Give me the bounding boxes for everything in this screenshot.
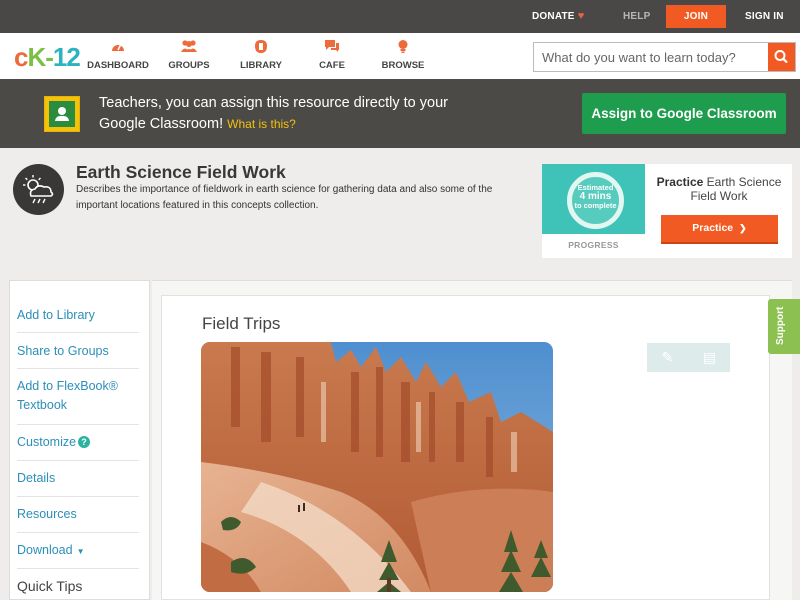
- sidebar-share-to-groups[interactable]: Share to Groups: [17, 333, 139, 369]
- join-button[interactable]: JOIN: [666, 5, 726, 28]
- chevron-right-icon: ❯: [739, 223, 747, 233]
- cafe-icon: [314, 39, 350, 56]
- section-title: Field Trips: [202, 314, 281, 333]
- sidebar-resources[interactable]: Resources: [17, 497, 139, 533]
- nav-groups-label: GROUPS: [168, 60, 210, 71]
- google-classroom-icon: [44, 96, 80, 132]
- nav-browse[interactable]: BROWSE: [380, 39, 426, 71]
- sidebar-add-to-flexbook[interactable]: Add to FlexBook® Textbook: [17, 369, 139, 425]
- annotation-tools: ✎ ▤: [647, 343, 730, 372]
- search-bar: [533, 42, 796, 72]
- logo-dash: -: [45, 42, 54, 72]
- practice-title: Practice Earth Science Field Work: [648, 175, 790, 203]
- support-tab[interactable]: Support: [768, 299, 800, 354]
- practice-button-label: Practice: [692, 222, 734, 234]
- top-bar: DONATE ♥ HELP JOIN SIGN IN: [0, 0, 800, 33]
- to-complete-label: to complete: [574, 201, 617, 210]
- estimate-text: Estimated 4 mins to complete: [567, 183, 624, 210]
- nav-dashboard[interactable]: DASHBOARD: [87, 39, 149, 71]
- help-link[interactable]: HELP: [623, 0, 650, 33]
- logo-k: K: [27, 42, 46, 72]
- sidebar-add-to-library[interactable]: Add to Library: [17, 296, 139, 333]
- practice-button[interactable]: Practice ❯: [661, 215, 778, 244]
- pencil-icon[interactable]: ✎: [647, 343, 688, 372]
- assign-to-classroom-button[interactable]: Assign to Google Classroom: [582, 93, 786, 134]
- nav-cafe-label: CAFE: [319, 60, 345, 71]
- library-icon: [238, 39, 284, 56]
- sidebar-customize[interactable]: Customize?: [17, 425, 139, 461]
- caret-down-icon: ▼: [76, 547, 85, 556]
- main-nav: cK-12 DASHBOARD GROUPS LIBRARY CAFE BROW…: [0, 33, 800, 79]
- help-icon[interactable]: ?: [78, 436, 91, 448]
- notes-icon[interactable]: ▤: [689, 343, 730, 372]
- estimated-minutes: 4 mins: [579, 191, 612, 202]
- heart-icon: ♥: [577, 10, 585, 22]
- donate-label: DONATE: [532, 11, 575, 22]
- groups-icon: [166, 39, 212, 56]
- support-label: Support: [775, 306, 786, 345]
- ck12-logo[interactable]: cK-12: [14, 42, 81, 73]
- sign-in-link[interactable]: SIGN IN: [745, 0, 784, 33]
- nav-cafe[interactable]: CAFE: [314, 39, 350, 71]
- search-button[interactable]: [768, 43, 795, 71]
- nav-dashboard-label: DASHBOARD: [87, 60, 149, 71]
- sidebar-details[interactable]: Details: [17, 461, 139, 497]
- practice-card: Estimated 4 mins to complete PROGRESS Pr…: [542, 164, 792, 258]
- what-is-this-link[interactable]: What is this?: [227, 117, 296, 131]
- nav-groups[interactable]: GROUPS: [166, 39, 212, 71]
- concept-title: Earth Science Field Work: [76, 162, 286, 182]
- practice-title-bold: Practice: [656, 175, 704, 189]
- dashboard-icon: [87, 39, 149, 56]
- nav-library-label: LIBRARY: [240, 60, 282, 71]
- sidebar-download[interactable]: Download ▼: [17, 533, 139, 569]
- banner-message: Teachers, you can assign this resource d…: [99, 93, 459, 135]
- logo-c: c: [14, 42, 29, 72]
- browse-icon: [380, 39, 426, 56]
- sidebar: Add to Library Share to Groups Add to Fl…: [9, 280, 150, 600]
- search-input[interactable]: [534, 43, 770, 71]
- practice-title-rest: Earth Science Field Work: [690, 175, 782, 203]
- search-icon: [774, 50, 788, 64]
- weather-icon: [13, 164, 64, 215]
- concept-description: Describes the importance of fieldwork in…: [76, 184, 493, 211]
- customize-label: Customize: [17, 435, 77, 449]
- logo-12: 12: [52, 42, 81, 72]
- download-label: Download: [17, 543, 73, 557]
- quick-tips-heading[interactable]: Quick Tips: [17, 578, 82, 594]
- nav-library[interactable]: LIBRARY: [238, 39, 284, 71]
- progress-label: PROGRESS: [568, 240, 619, 250]
- field-trip-photo: [201, 342, 553, 592]
- progress-graphic: Estimated 4 mins to complete: [542, 164, 645, 234]
- nav-browse-label: BROWSE: [381, 60, 425, 71]
- donate-link[interactable]: DONATE ♥: [532, 0, 584, 33]
